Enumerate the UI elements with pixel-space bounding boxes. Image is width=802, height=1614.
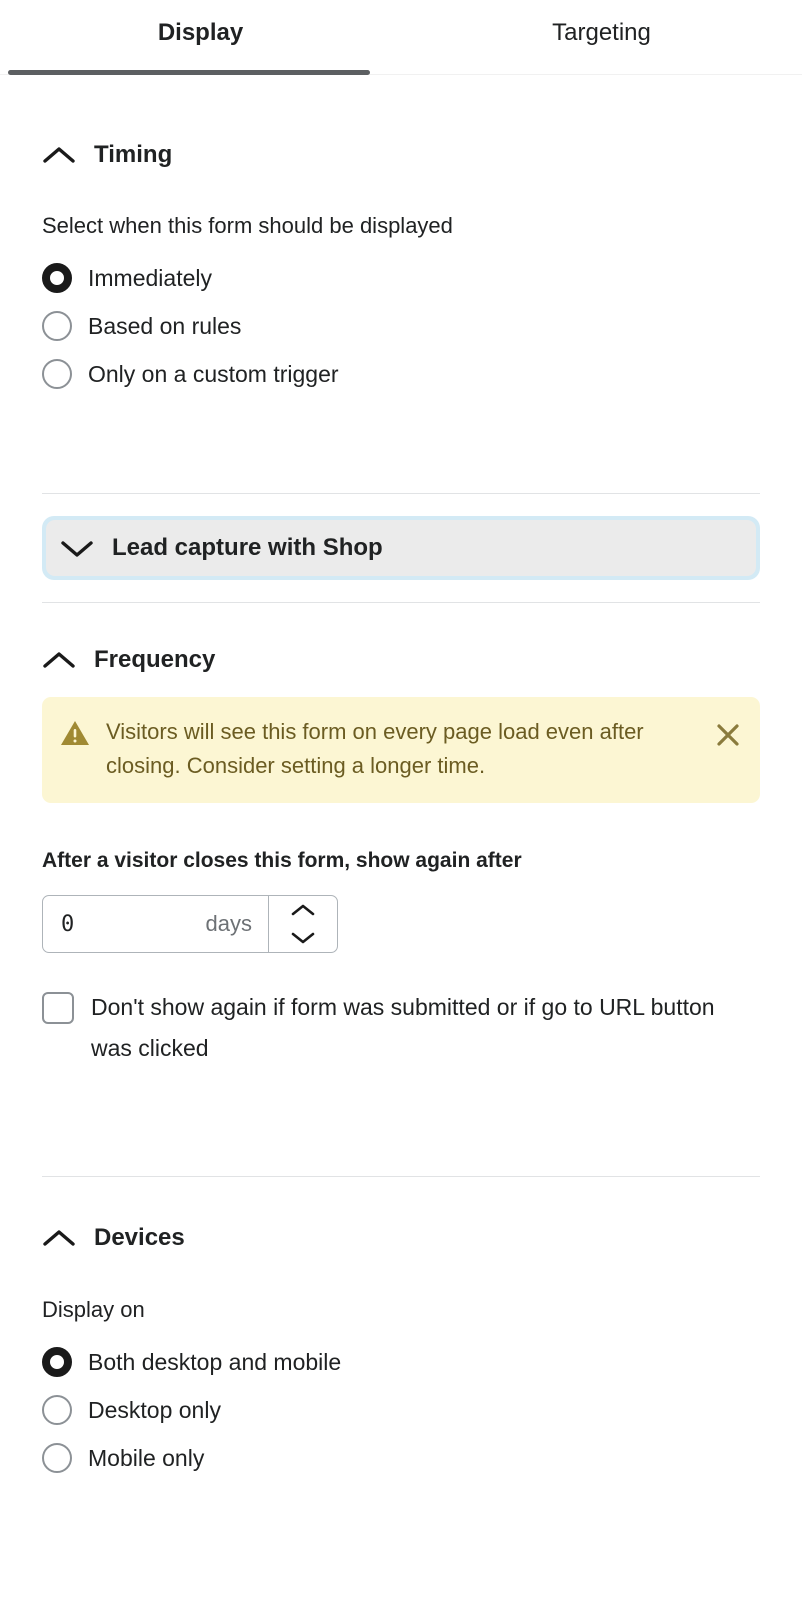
- radio-option-based-on-rules[interactable]: Based on rules: [42, 302, 760, 350]
- tab-targeting[interactable]: Targeting: [401, 0, 802, 49]
- timing-section: Timing Select when this form should be d…: [0, 140, 802, 398]
- section-divider: [42, 602, 760, 603]
- devices-section: Devices Display on Both desktop and mobi…: [0, 1223, 802, 1482]
- warning-triangle-icon: [60, 718, 90, 748]
- devices-section-title: Devices: [94, 1224, 185, 1251]
- warning-message: Visitors will see this form on every pag…: [106, 719, 644, 778]
- lead-capture-with-shop-banner[interactable]: Lead capture with Shop: [46, 520, 756, 576]
- radio-option-custom-trigger[interactable]: Only on a custom trigger: [42, 350, 760, 398]
- display-settings-panel: Display Targeting Timing Select when thi…: [0, 0, 802, 1482]
- checkbox-indicator[interactable]: [42, 992, 74, 1024]
- lead-capture-banner-focus-ring: Lead capture with Shop: [42, 516, 760, 580]
- number-input-value[interactable]: 0: [61, 912, 74, 937]
- radio-indicator[interactable]: [42, 311, 72, 341]
- radio-label: Only on a custom trigger: [88, 361, 339, 387]
- number-input-suffix: days: [205, 911, 252, 936]
- chevron-down-icon: [60, 537, 94, 559]
- devices-radio-group: Both desktop and mobile Desktop only Mob…: [42, 1338, 760, 1482]
- tab-display[interactable]: Display: [0, 0, 401, 49]
- radio-option-desktop-only[interactable]: Desktop only: [42, 1386, 760, 1434]
- chevron-up-icon: [42, 1227, 76, 1249]
- section-divider: [42, 493, 760, 494]
- tab-bar: Display Targeting: [0, 0, 802, 76]
- radio-option-mobile-only[interactable]: Mobile only: [42, 1434, 760, 1482]
- radio-label: Mobile only: [88, 1445, 205, 1471]
- radio-label: Based on rules: [88, 313, 242, 339]
- radio-label: Both desktop and mobile: [88, 1349, 342, 1375]
- quantity-stepper[interactable]: [268, 896, 337, 952]
- frequency-section-header[interactable]: Frequency: [42, 645, 760, 675]
- timing-section-title: Timing: [94, 141, 173, 168]
- radio-indicator[interactable]: [42, 1443, 72, 1473]
- dont-show-again-checkbox-row[interactable]: Don't show again if form was submitted o…: [42, 987, 760, 1069]
- close-icon[interactable]: [712, 719, 744, 751]
- chevron-up-icon: [42, 649, 76, 671]
- chevron-down-icon: [291, 932, 315, 944]
- lead-capture-banner-title: Lead capture with Shop: [112, 534, 383, 561]
- frequency-field-label: After a visitor closes this form, show a…: [42, 849, 522, 872]
- stepper-increment-button[interactable]: [269, 896, 337, 924]
- chevron-up-icon: [291, 904, 315, 916]
- timing-section-header[interactable]: Timing: [42, 140, 760, 170]
- frequency-field-block: After a visitor closes this form, show a…: [0, 847, 802, 1069]
- section-divider: [42, 1176, 760, 1177]
- radio-option-both-desktop-and-mobile[interactable]: Both desktop and mobile: [42, 1338, 760, 1386]
- radio-indicator[interactable]: [42, 263, 72, 293]
- radio-indicator[interactable]: [42, 1347, 72, 1377]
- radio-option-immediately[interactable]: Immediately: [42, 254, 760, 302]
- devices-section-header[interactable]: Devices: [42, 1223, 760, 1253]
- number-input-main[interactable]: 0 days: [43, 896, 268, 952]
- stepper-decrement-button[interactable]: [269, 924, 337, 952]
- devices-helper-text: Display on: [42, 1297, 145, 1322]
- timing-radio-group: Immediately Based on rules Only on a cus…: [42, 254, 760, 398]
- frequency-section: Frequency: [0, 645, 802, 675]
- radio-indicator[interactable]: [42, 1395, 72, 1425]
- timing-helper-text: Select when this form should be displaye…: [42, 213, 453, 238]
- active-tab-indicator: [8, 70, 370, 75]
- frequency-section-title: Frequency: [94, 646, 216, 673]
- checkbox-label: Don't show again if form was submitted o…: [91, 994, 715, 1061]
- frequency-warning-banner: Visitors will see this form on every pag…: [42, 697, 760, 803]
- show-again-after-days-input[interactable]: 0 days: [42, 895, 338, 953]
- chevron-up-icon: [42, 144, 76, 166]
- radio-label: Desktop only: [88, 1397, 221, 1423]
- radio-label: Immediately: [88, 265, 212, 291]
- radio-indicator[interactable]: [42, 359, 72, 389]
